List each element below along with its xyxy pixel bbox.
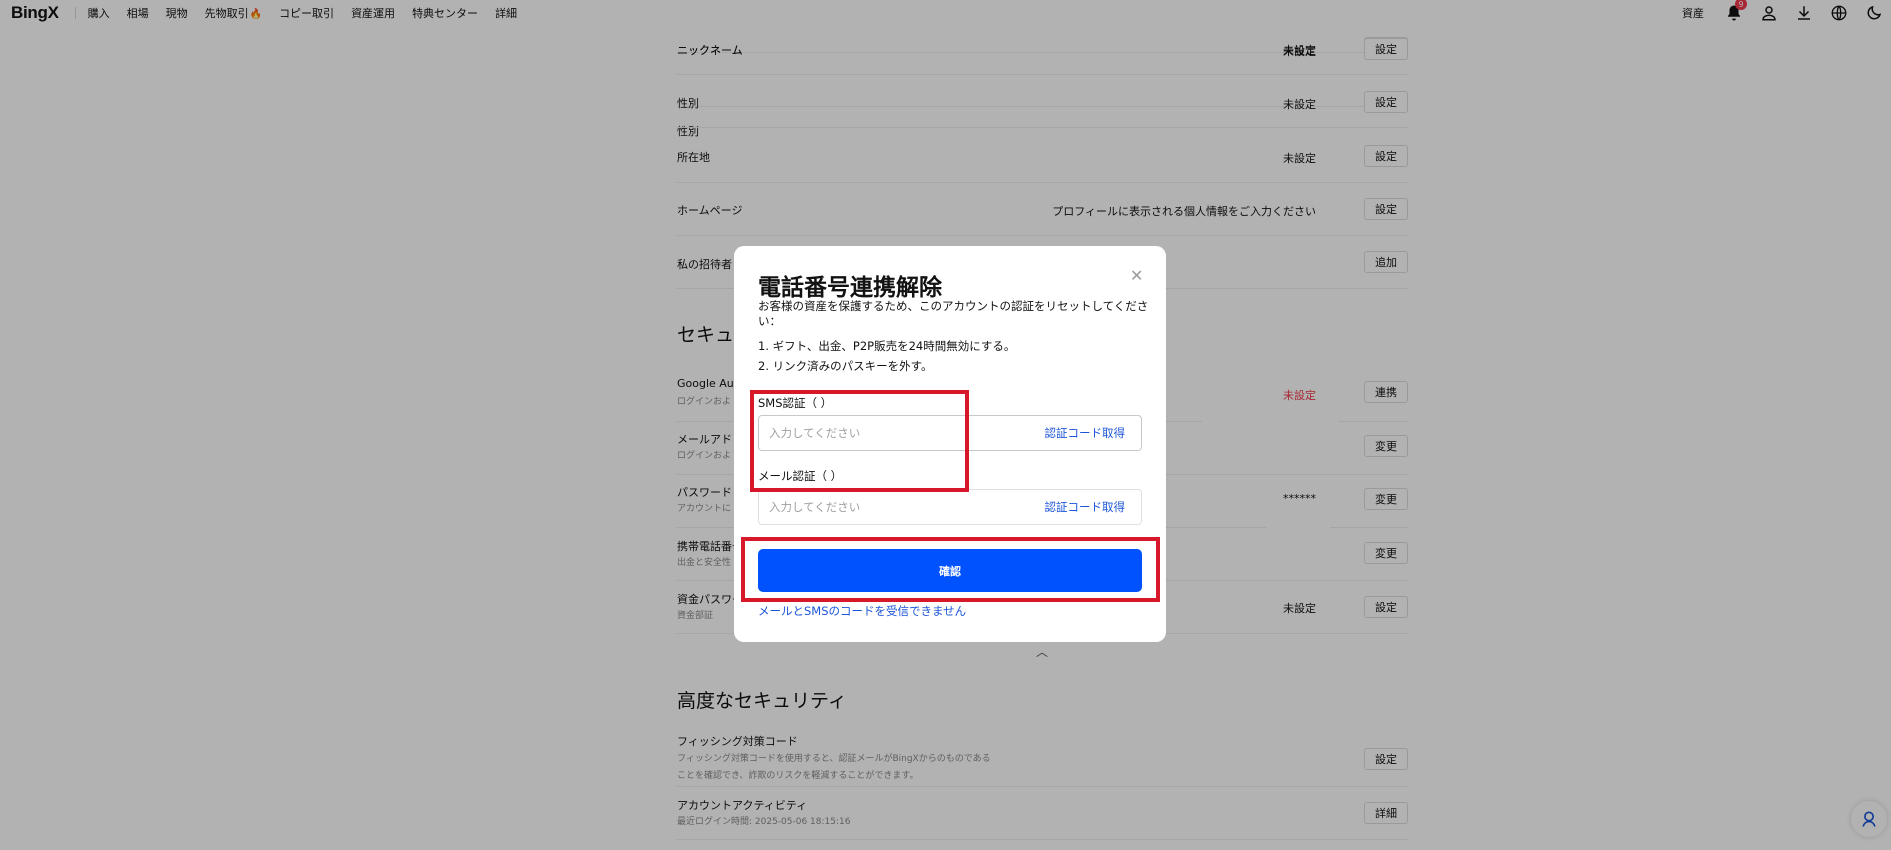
email-get-code-button[interactable]: 認証コード取得 [1045, 499, 1126, 515]
sms-get-code-button[interactable]: 認証コード取得 [1045, 425, 1126, 441]
highlight-confirm-button [741, 537, 1160, 602]
consequence-item-2: 2. リンク済みのパスキーを外す。 [758, 359, 933, 373]
email-code-input[interactable] [759, 500, 1045, 514]
modal-title: 電話番号連携解除 [758, 275, 942, 301]
close-icon[interactable]: ✕ [1130, 266, 1143, 285]
consequence-item-1: 1. ギフト、出金、P2P販売を24時間無効にする。 [758, 339, 1016, 353]
cannot-receive-code-link[interactable]: メールとSMSのコードを受信できません [758, 603, 966, 619]
modal-consequence-list: 1. ギフト、出金、P2P販売を24時間無効にする。 2. リンク済みのパスキー… [758, 336, 1015, 376]
modal-description: お客様の資産を保護するため、このアカウントの認証をリセットしてください： [758, 299, 1149, 328]
email-code-field: 認証コード取得 [758, 489, 1142, 525]
highlight-verification-labels [750, 390, 969, 492]
